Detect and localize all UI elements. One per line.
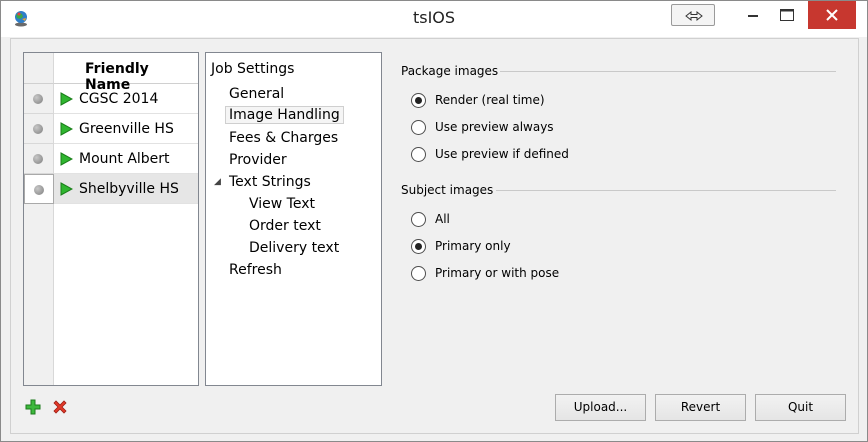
maximize-icon bbox=[780, 9, 794, 21]
status-dot-icon bbox=[34, 185, 44, 195]
radio-label: Use preview if defined bbox=[435, 147, 569, 161]
tree-item-image-handling[interactable]: Image Handling bbox=[225, 106, 344, 124]
status-dot-icon bbox=[33, 154, 43, 164]
tree-item-refresh[interactable]: Refresh bbox=[229, 262, 282, 278]
group-divider bbox=[496, 190, 836, 191]
resize-button[interactable] bbox=[671, 4, 715, 26]
play-icon[interactable] bbox=[59, 182, 73, 196]
radio-label: Use preview always bbox=[435, 120, 554, 134]
table-row[interactable]: Greenville HS bbox=[24, 114, 198, 144]
close-icon bbox=[826, 9, 838, 21]
radio-label: Render (real time) bbox=[435, 93, 545, 107]
quit-button[interactable]: Quit bbox=[755, 394, 846, 421]
radio-circle[interactable] bbox=[411, 239, 426, 254]
status-dot-icon bbox=[33, 94, 43, 104]
tree-item-order-text[interactable]: Order text bbox=[249, 218, 321, 234]
row-selector[interactable] bbox=[24, 144, 54, 174]
table-row[interactable]: CGSC 2014 bbox=[24, 84, 198, 114]
table-row[interactable]: Mount Albert bbox=[24, 144, 198, 174]
table-row[interactable]: Shelbyville HS bbox=[24, 174, 198, 204]
radio-circle[interactable] bbox=[411, 147, 426, 162]
tree-root-job-settings[interactable]: Job Settings bbox=[211, 61, 294, 77]
radio-label: All bbox=[435, 212, 450, 226]
play-icon[interactable] bbox=[59, 122, 73, 136]
radio-circle[interactable] bbox=[411, 212, 426, 227]
radio-label: Primary only bbox=[435, 239, 511, 253]
play-icon[interactable] bbox=[59, 152, 73, 166]
group-divider bbox=[500, 71, 836, 72]
maximize-button[interactable] bbox=[766, 1, 810, 29]
job-name: Shelbyville HS bbox=[79, 181, 179, 197]
tree-item-text-strings[interactable]: Text Strings bbox=[229, 174, 311, 190]
tree-item-delivery-text[interactable]: Delivery text bbox=[249, 240, 339, 256]
column-header-friendly-name[interactable]: Friendly Name bbox=[54, 53, 198, 93]
package-images-title: Package images bbox=[401, 64, 499, 78]
status-dot-icon bbox=[33, 124, 43, 134]
job-name: Mount Albert bbox=[79, 151, 170, 167]
tree-item-general[interactable]: General bbox=[229, 86, 284, 102]
close-button[interactable] bbox=[808, 1, 856, 29]
job-name: Greenville HS bbox=[79, 121, 174, 137]
radio-label: Primary or with pose bbox=[435, 266, 560, 280]
title-bar: tsIOS bbox=[1, 1, 867, 37]
row-selector[interactable] bbox=[24, 114, 54, 144]
x-icon[interactable] bbox=[52, 399, 68, 415]
radio-circle[interactable] bbox=[411, 120, 426, 135]
plus-icon[interactable] bbox=[25, 399, 41, 415]
radio-circle[interactable] bbox=[411, 93, 426, 108]
job-name: CGSC 2014 bbox=[79, 91, 159, 107]
tree-item-fees-charges[interactable]: Fees & Charges bbox=[229, 130, 338, 146]
grid-corner-cell bbox=[24, 53, 54, 84]
play-icon[interactable] bbox=[59, 92, 73, 106]
subject-images-title: Subject images bbox=[401, 183, 494, 197]
resize-arrows-icon bbox=[685, 10, 703, 22]
tree-item-view-text[interactable]: View Text bbox=[249, 196, 315, 212]
upload-button[interactable]: Upload... bbox=[555, 394, 646, 421]
jobs-grid: Friendly Name CGSC 2014 Greenville HS Mo… bbox=[23, 52, 199, 386]
tree-item-provider[interactable]: Provider bbox=[229, 152, 287, 168]
radio-checked-dot bbox=[415, 243, 422, 250]
revert-button[interactable]: Revert bbox=[655, 394, 746, 421]
radio-circle[interactable] bbox=[411, 266, 426, 281]
row-selector[interactable] bbox=[24, 174, 54, 204]
row-selector[interactable] bbox=[24, 84, 54, 114]
app-window: tsIOS Friendly Name CGSC 2014 Greenville… bbox=[0, 0, 868, 442]
settings-tree: Job Settings General Image Handling Fees… bbox=[205, 52, 382, 386]
expand-triangle-icon[interactable]: ◢ bbox=[214, 177, 221, 187]
radio-checked-dot bbox=[415, 97, 422, 104]
